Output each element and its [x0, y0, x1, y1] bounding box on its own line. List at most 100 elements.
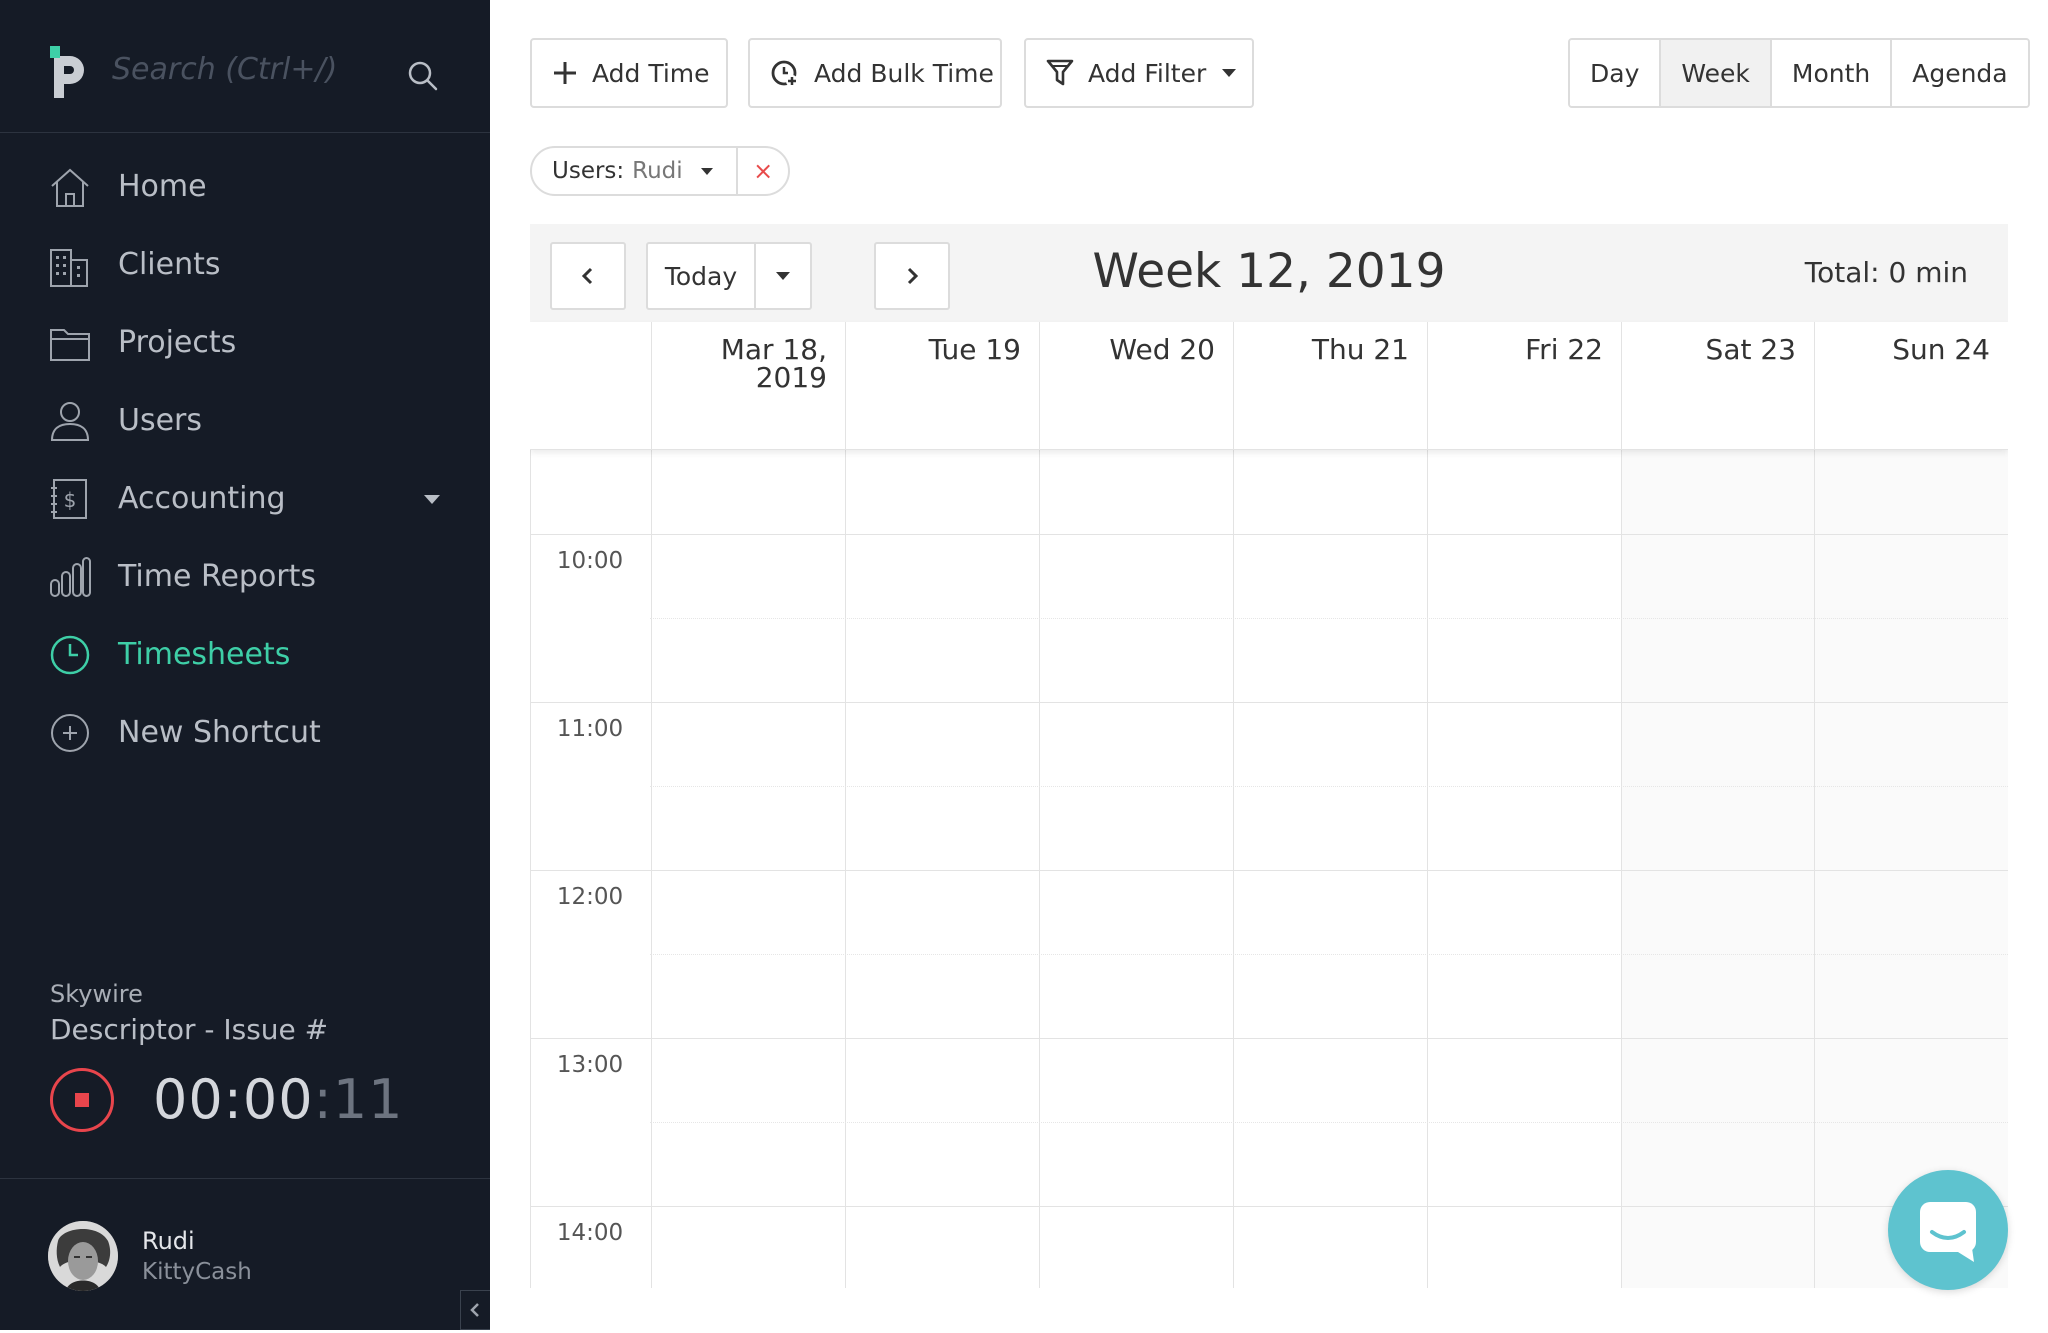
timer-task-description[interactable]: Descriptor - Issue #	[50, 1013, 328, 1046]
chevron-down-icon	[1222, 69, 1237, 77]
sidebar-item-label: New Shortcut	[118, 715, 321, 750]
bar-chart-icon	[50, 557, 91, 597]
user-filter-chip: Users: Rudi ×	[530, 146, 790, 196]
half-hour-line	[650, 786, 2008, 787]
sidebar-item-clients[interactable]: Clients	[0, 230, 490, 300]
time-label: 13:00	[556, 1052, 624, 1078]
day-label: Mar 18,	[720, 333, 827, 366]
day-label: Tue 19	[928, 333, 1021, 366]
avatar[interactable]	[48, 1221, 118, 1291]
hour-line	[530, 1206, 2008, 1207]
next-week-button[interactable]	[874, 242, 950, 310]
view-week-button[interactable]: Week	[1659, 40, 1770, 106]
add-bulk-time-label: Add Bulk Time	[814, 58, 994, 88]
view-month-button[interactable]: Month	[1769, 40, 1891, 106]
search-icon[interactable]	[405, 58, 441, 94]
add-time-label: Add Time	[592, 58, 710, 88]
today-dropdown-button[interactable]	[756, 244, 810, 308]
hour-line	[530, 870, 2008, 871]
total-value: 0 min	[1888, 256, 1968, 289]
add-filter-button[interactable]: Add Filter	[1024, 38, 1254, 108]
week-calendar: Week 12, 2019 Today Total: 0 min Mar 18,…	[530, 224, 2008, 1288]
total-label: Total:	[1804, 256, 1880, 289]
user-filter-dropdown[interactable]: Users: Rudi	[532, 148, 739, 194]
half-hour-line	[650, 618, 2008, 619]
stop-icon	[75, 1093, 89, 1107]
day-header-mon[interactable]: Mar 18, 2019	[651, 322, 845, 450]
sidebar-item-label: Timesheets	[118, 637, 291, 672]
add-time-button[interactable]: Add Time	[530, 38, 728, 108]
day-column-thu[interactable]	[1233, 450, 1427, 1288]
sidebar: Search (Ctrl+/) Home Clients Projects Us…	[0, 0, 490, 1330]
building-icon	[50, 249, 88, 287]
day-header-thu[interactable]: Thu 21	[1233, 322, 1427, 450]
add-bulk-time-button[interactable]: Add Bulk Time	[748, 38, 1002, 108]
day-header-row: Mar 18, 2019 Tue 19 Wed 20 Thu 21 Fri 22 …	[530, 322, 2008, 450]
day-header-wed[interactable]: Wed 20	[1039, 322, 1233, 450]
day-column-fri[interactable]	[1427, 450, 1621, 1288]
ledger-dollar-icon: $	[51, 479, 87, 519]
calendar-toolbar: Week 12, 2019 Today Total: 0 min	[530, 224, 2008, 322]
plus-circle-icon	[51, 714, 89, 752]
sidebar-item-timesheets[interactable]: Timesheets	[0, 620, 490, 690]
time-label: 10:00	[556, 548, 624, 574]
app-logo-icon[interactable]	[48, 46, 94, 98]
sidebar-item-label: Projects	[118, 325, 237, 360]
day-header-sat[interactable]: Sat 23	[1621, 322, 1814, 450]
filter-value: Rudi	[632, 158, 683, 184]
view-agenda-button[interactable]: Agenda	[1890, 40, 2028, 106]
hour-line	[530, 702, 2008, 703]
today-button-group: Today	[646, 242, 812, 310]
hour-line	[530, 1038, 2008, 1039]
avatar-image	[48, 1221, 118, 1291]
sidebar-item-label: Home	[118, 169, 207, 204]
day-column-sun[interactable]	[1814, 450, 2008, 1288]
week-total: Total: 0 min	[1805, 256, 1968, 289]
day-column-mon[interactable]	[651, 450, 845, 1288]
time-grid: 10:00 11:00 12:00 13:00 14:00	[530, 450, 2008, 1288]
sidebar-item-label: Time Reports	[118, 559, 317, 594]
previous-week-button[interactable]	[550, 242, 626, 310]
sidebar-item-users[interactable]: Users	[0, 386, 490, 456]
chevron-left-icon	[470, 1303, 479, 1317]
search-input[interactable]: Search (Ctrl+/)	[112, 52, 337, 87]
filter-key: Users:	[552, 158, 625, 184]
day-label: Fri 22	[1525, 333, 1603, 366]
user-organization: KittyCash	[142, 1259, 252, 1285]
today-button[interactable]: Today	[648, 244, 756, 308]
stop-timer-button[interactable]	[50, 1068, 114, 1132]
user-icon	[50, 402, 90, 441]
view-day-button[interactable]: Day	[1570, 40, 1660, 106]
timer-client-name[interactable]: Skywire	[50, 980, 143, 1008]
user-profile[interactable]: Rudi KittyCash	[0, 1178, 490, 1330]
timer-display: 00:00:11	[153, 1068, 404, 1131]
day-label: Sun 24	[1892, 333, 1990, 366]
time-label: 11:00	[556, 716, 624, 742]
day-header-fri[interactable]: Fri 22	[1427, 322, 1621, 450]
day-header-sun[interactable]: Sun 24	[1814, 322, 2008, 450]
clock-icon	[50, 635, 90, 675]
remove-filter-button[interactable]: ×	[738, 148, 788, 194]
day-column-tue[interactable]	[845, 450, 1039, 1288]
day-column-wed[interactable]	[1039, 450, 1233, 1288]
day-column-sat[interactable]	[1621, 450, 1814, 1288]
sidebar-item-accounting[interactable]: $ Accounting	[0, 464, 490, 534]
sidebar-item-time-reports[interactable]: Time Reports	[0, 542, 490, 612]
sidebar-item-projects[interactable]: Projects	[0, 308, 490, 378]
sidebar-item-label: Users	[118, 403, 203, 438]
time-label: 14:00	[556, 1220, 624, 1246]
sidebar-item-label: Accounting	[118, 481, 286, 516]
filter-funnel-icon	[1046, 59, 1074, 86]
sidebar-item-label: Clients	[118, 247, 221, 282]
sidebar-item-home[interactable]: Home	[0, 152, 490, 222]
collapse-sidebar-button[interactable]	[460, 1290, 490, 1330]
day-label: Sat 23	[1705, 333, 1796, 366]
day-label: Wed 20	[1109, 333, 1215, 366]
day-header-tue[interactable]: Tue 19	[845, 322, 1039, 450]
sidebar-item-new-shortcut[interactable]: New Shortcut	[0, 698, 490, 768]
plus-icon	[554, 62, 576, 84]
user-name: Rudi	[142, 1227, 195, 1255]
half-hour-line	[650, 954, 2008, 955]
chat-launcher-button[interactable]	[1888, 1170, 2008, 1290]
chevron-down-icon[interactable]	[424, 495, 440, 504]
